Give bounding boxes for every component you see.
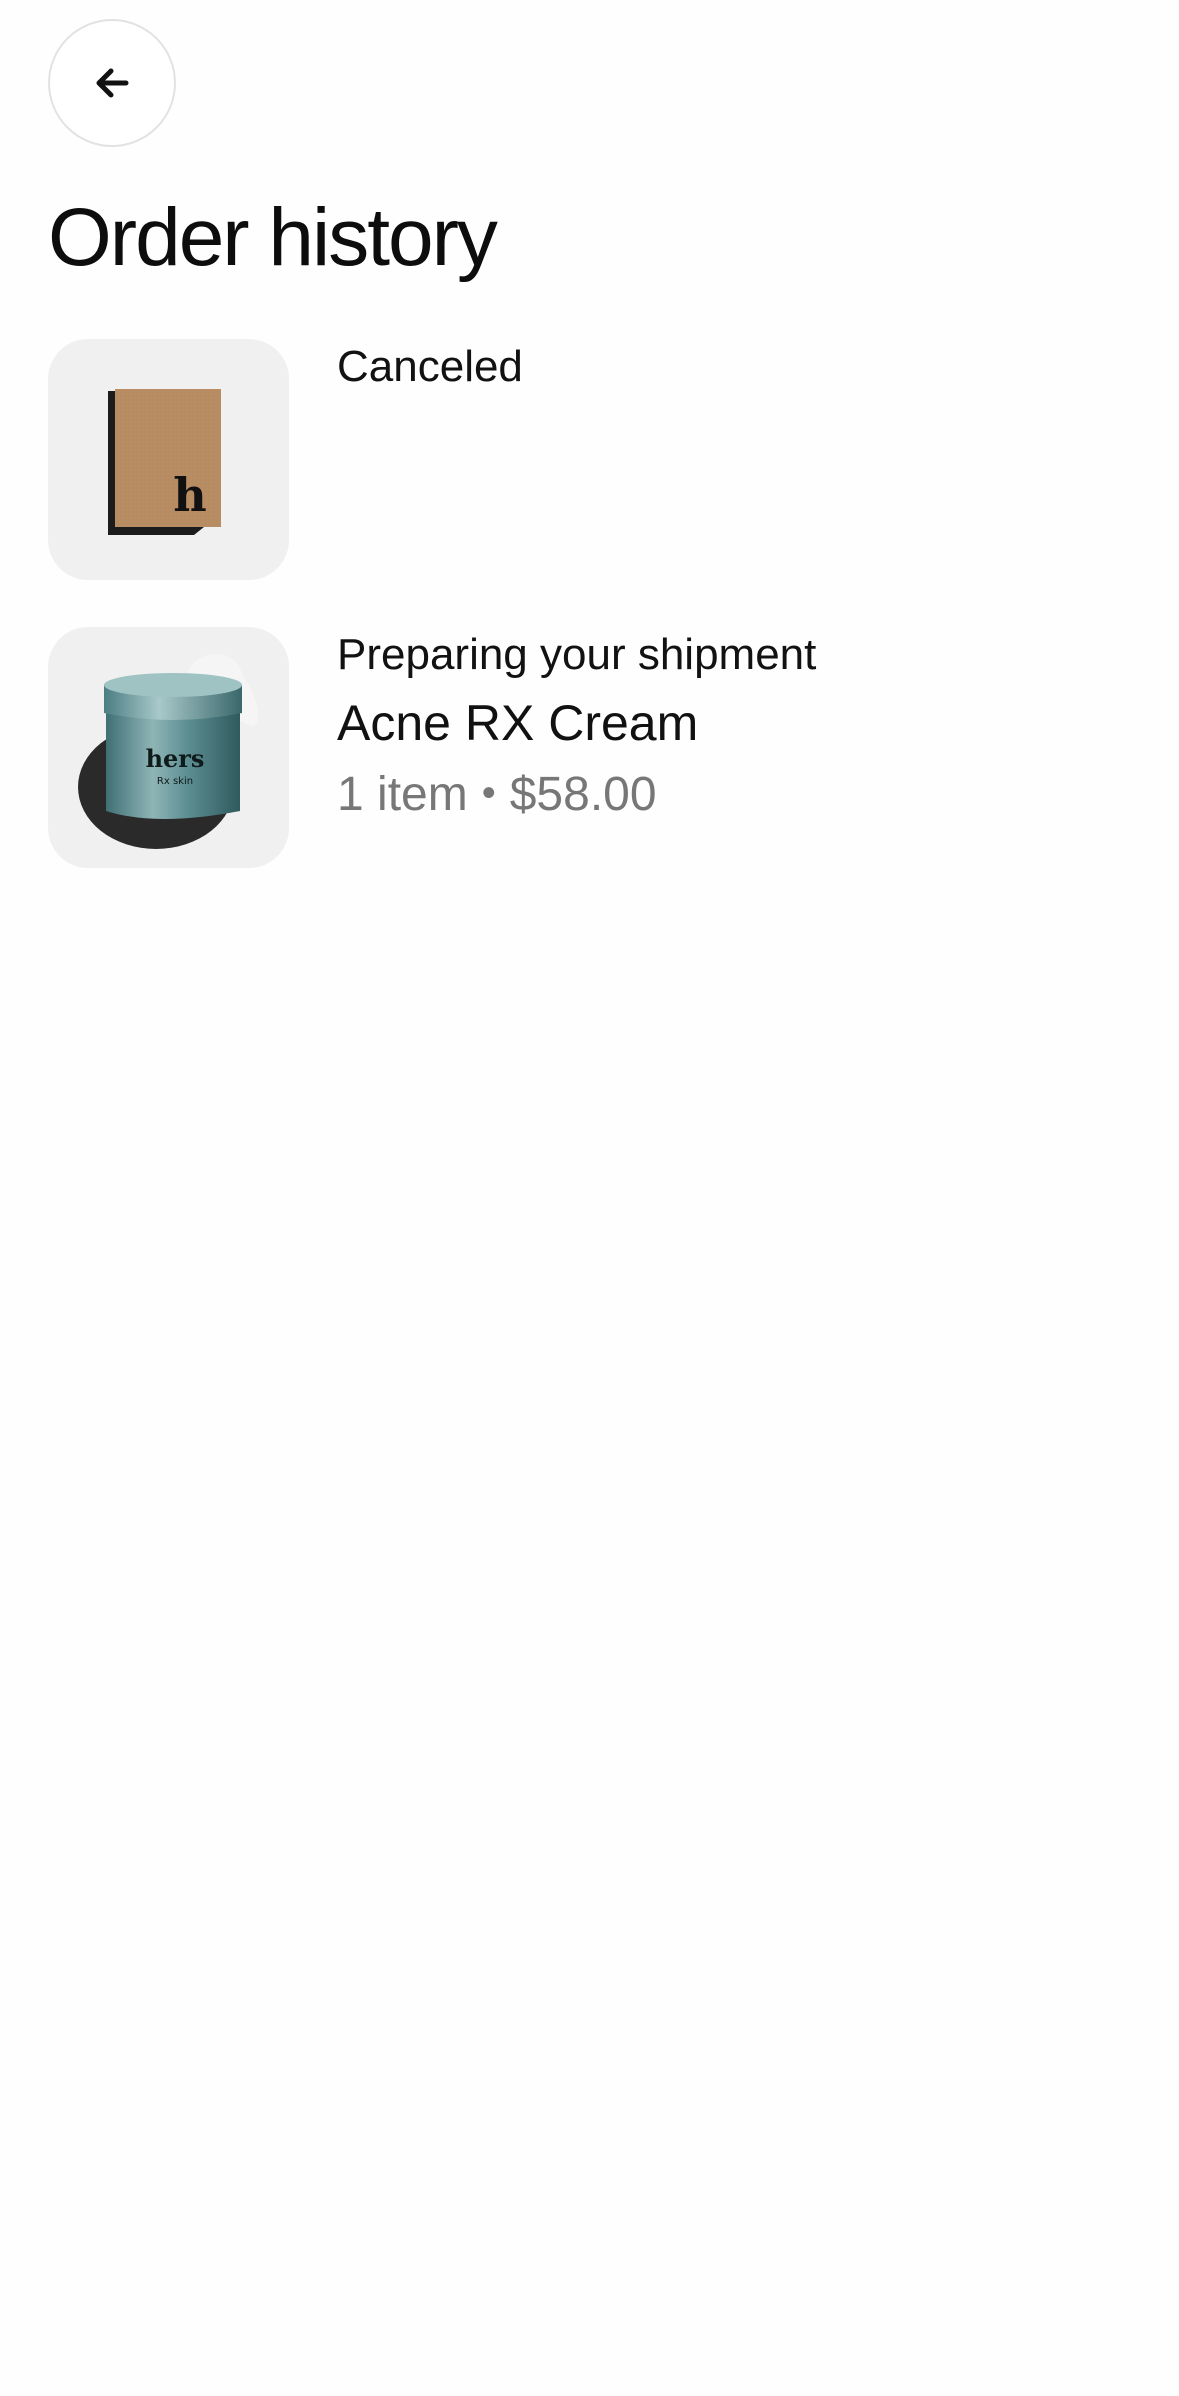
order-status: Canceled — [337, 342, 523, 391]
box-letter: h — [173, 468, 206, 522]
order-product-name: Acne RX Cream — [337, 695, 699, 751]
order-item-count: 1 item — [337, 768, 468, 821]
summary-separator: • — [481, 771, 496, 815]
jar-brand: hers — [146, 744, 205, 773]
order-thumbnail: h — [48, 339, 289, 580]
order-price: $58.00 — [509, 768, 657, 821]
jar-sub: Rx skin — [157, 776, 193, 787]
order-status: Preparing your shipment — [337, 630, 817, 679]
page-title: Order history — [48, 192, 498, 283]
rx-cream-jar-icon: hers Rx skin — [78, 653, 259, 849]
order-thumbnail: hers Rx skin — [48, 627, 289, 868]
arrow-left-icon — [96, 68, 129, 98]
order-list-item[interactable]: h Canceled — [48, 339, 1131, 581]
order-list-item[interactable]: hers Rx skin Preparing your shipment Acn… — [48, 627, 1131, 869]
order-summary: 1 item • $58.00 — [337, 761, 816, 827]
hers-box-icon: h — [108, 389, 221, 535]
order-history-screen: Order history h Canceled hers Rx skin Pr… — [0, 0, 1179, 2396]
back-button[interactable] — [48, 19, 176, 147]
